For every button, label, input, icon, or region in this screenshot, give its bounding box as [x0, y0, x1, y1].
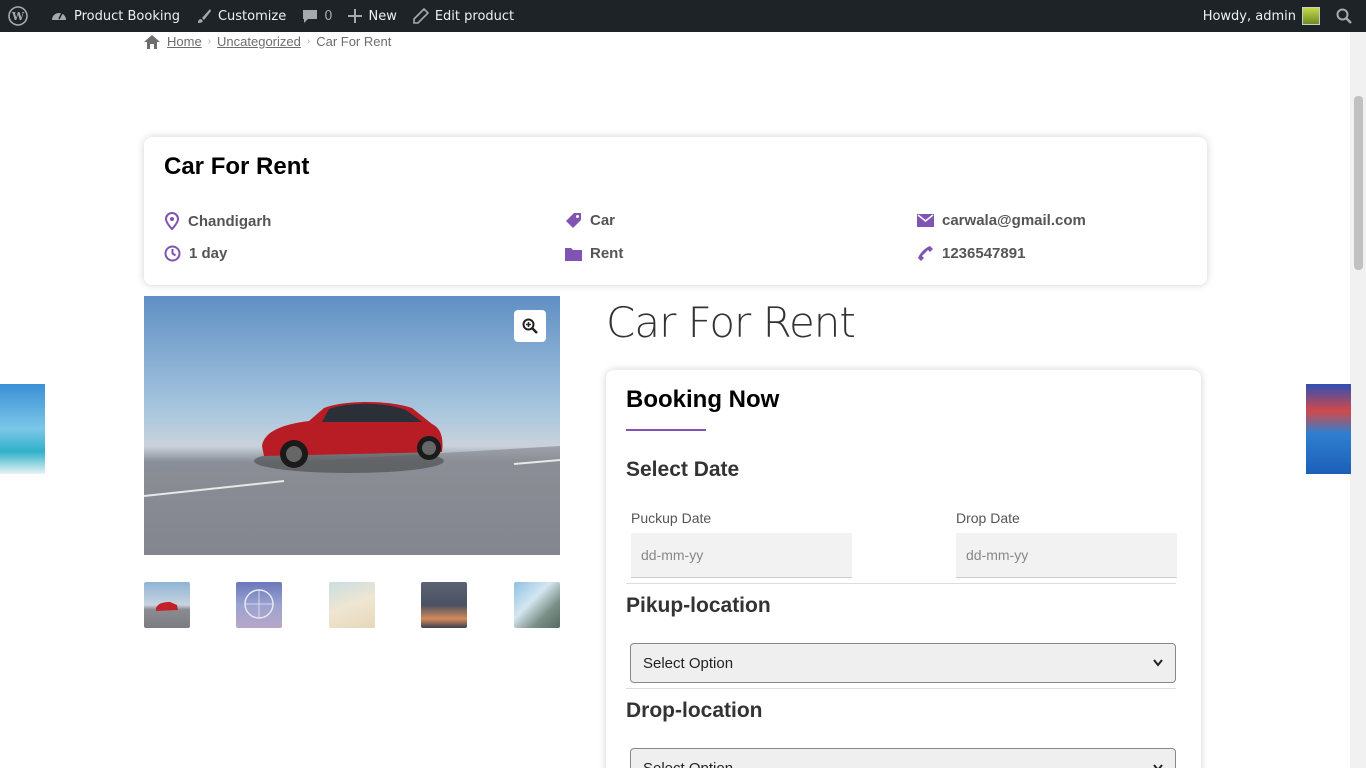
wordpress-logo-button[interactable]: W — [0, 0, 42, 32]
category-text: Rent — [590, 245, 624, 262]
gallery-thumbnail[interactable] — [514, 582, 560, 628]
booking-form-card: Booking Now Select Date Puckup Date dd-m… — [606, 370, 1201, 768]
gallery-thumbnail[interactable] — [329, 582, 375, 628]
svg-text:W: W — [11, 10, 25, 23]
breadcrumb-home-link[interactable]: Home — [167, 34, 202, 49]
chevron-down-icon — [1153, 764, 1163, 768]
booking-title-underline — [626, 429, 706, 432]
pickup-location-value: Select Option — [643, 654, 734, 672]
pickup-date-input[interactable]: dd-mm-yy — [631, 533, 852, 578]
pencil-icon — [413, 8, 429, 24]
category-info: Rent — [565, 245, 623, 262]
new-label: New — [368, 8, 397, 24]
clock-icon — [164, 245, 181, 262]
chevron-right-icon: › — [207, 36, 212, 47]
search-icon — [1336, 8, 1352, 24]
drop-date-input[interactable]: dd-mm-yy — [956, 533, 1177, 578]
phone-info: 1236547891 — [917, 245, 1025, 262]
booking-title: Booking Now — [626, 386, 780, 413]
comments-link[interactable]: 0 — [294, 0, 340, 32]
drop-location-select[interactable]: Select Option — [630, 748, 1176, 768]
customize-link[interactable]: Customize — [188, 0, 294, 32]
scrollbar-thumb[interactable] — [1354, 96, 1363, 270]
dashboard-icon — [52, 12, 66, 20]
pickup-location-select[interactable]: Select Option — [630, 643, 1176, 683]
tag-icon — [566, 213, 581, 228]
info-card-title: Car For Rent — [164, 153, 310, 180]
breadcrumb-category-link[interactable]: Uncategorized — [217, 34, 301, 49]
search-button[interactable] — [1328, 0, 1366, 32]
site-name-label: Product Booking — [74, 8, 180, 24]
breadcrumb: Home › Uncategorized › Car For Rent — [144, 34, 391, 49]
plus-icon — [348, 9, 363, 23]
phone-text[interactable]: 1236547891 — [942, 245, 1025, 262]
tag-info: Car — [565, 212, 615, 229]
mail-icon — [917, 214, 934, 227]
gallery-thumbnail[interactable] — [236, 582, 282, 628]
gallery-thumbnail[interactable] — [421, 582, 467, 628]
zoom-icon — [522, 318, 538, 334]
location-text: Chandigarh — [188, 212, 272, 230]
wordpress-icon: W — [8, 6, 28, 26]
drop-date-label: Drop Date — [956, 510, 1020, 526]
ferris-wheel-thumbnail-image — [244, 589, 274, 619]
tag-text: Car — [590, 212, 616, 229]
edit-product-label: Edit product — [434, 8, 515, 24]
car-image — [144, 402, 560, 555]
next-product-image[interactable] — [1306, 384, 1351, 474]
email-info: carwala@gmail.com — [917, 212, 1086, 229]
customize-label: Customize — [217, 8, 287, 24]
comment-icon — [303, 10, 318, 23]
howdy-label: Howdy, admin — [1202, 8, 1296, 24]
comments-count: 0 — [324, 8, 333, 24]
section-divider — [626, 688, 1176, 689]
select-date-heading: Select Date — [626, 458, 740, 481]
new-content-link[interactable]: New — [340, 0, 404, 32]
previous-product-image[interactable] — [0, 384, 45, 474]
breadcrumb-current: Car For Rent — [316, 34, 392, 49]
edit-product-link[interactable]: Edit product — [405, 0, 522, 32]
drop-location-value: Select Option — [643, 759, 734, 768]
chevron-right-icon: › — [306, 36, 311, 47]
product-main-image[interactable] — [144, 296, 560, 555]
pickup-location-heading: Pikup-location — [626, 594, 771, 617]
duration-text: 1 day — [189, 245, 228, 262]
avatar — [1302, 7, 1320, 25]
duration-info: 1 day — [164, 245, 227, 262]
product-title: Car For Rent — [606, 298, 856, 347]
account-menu[interactable]: Howdy, admin — [1195, 0, 1328, 32]
site-name-link[interactable]: Product Booking — [42, 0, 188, 32]
chevron-down-icon — [1153, 659, 1163, 667]
zoom-button[interactable] — [514, 310, 546, 342]
location-info: Chandigarh — [164, 212, 271, 230]
phone-icon — [918, 246, 933, 261]
folder-icon — [565, 248, 582, 261]
gallery-thumbnail[interactable] — [144, 582, 190, 628]
location-icon — [164, 212, 180, 230]
brush-icon — [197, 9, 211, 23]
home-icon — [144, 34, 160, 49]
product-info-card: Car For Rent Chandigarh 1 day Car Rent c… — [144, 137, 1207, 285]
page-scrollbar[interactable] — [1350, 32, 1366, 768]
car-thumbnail-image — [156, 602, 178, 611]
pickup-date-label: Puckup Date — [631, 510, 712, 526]
section-divider — [626, 583, 1176, 584]
email-text[interactable]: carwala@gmail.com — [942, 212, 1086, 229]
admin-bar: W Product Booking Customize 0 New Edit p… — [0, 0, 1366, 32]
drop-location-heading: Drop-location — [626, 699, 763, 722]
